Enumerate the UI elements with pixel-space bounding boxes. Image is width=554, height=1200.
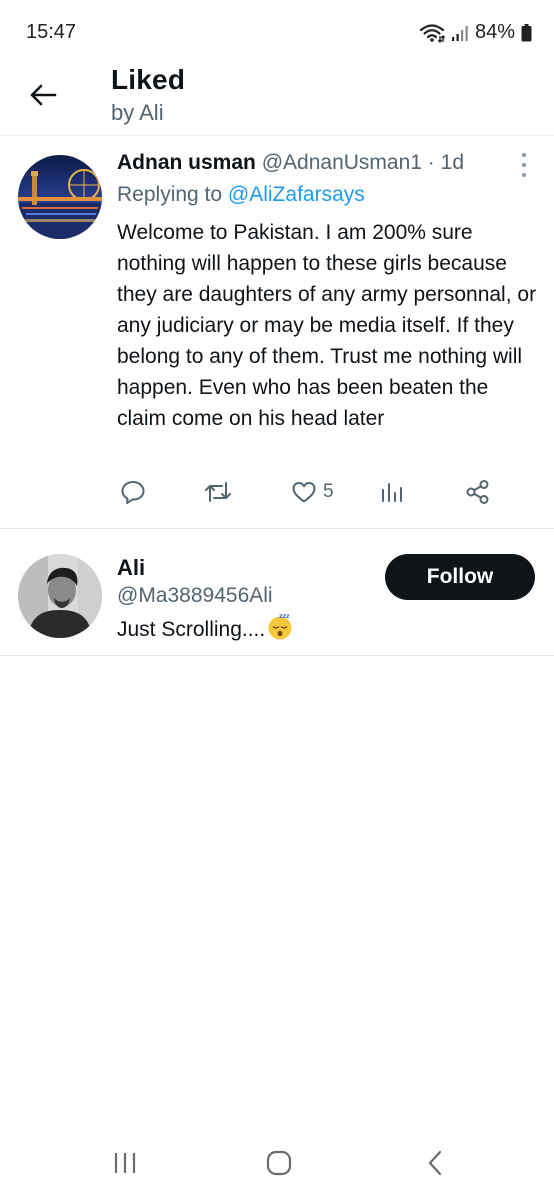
arrow-left-icon bbox=[30, 84, 57, 106]
signal-icon bbox=[451, 24, 469, 42]
battery-icon bbox=[521, 23, 532, 42]
separator-dot: · bbox=[427, 151, 435, 174]
tweet-time[interactable]: 1d bbox=[441, 151, 464, 174]
status-bar: 15:47 84% bbox=[0, 0, 554, 62]
user-bio-text: Just Scrolling.... bbox=[117, 618, 266, 641]
home-icon bbox=[266, 1150, 292, 1176]
back-icon bbox=[428, 1150, 442, 1176]
battery-percent: 84% bbox=[474, 21, 515, 43]
tweet[interactable]: Adnan usman @AdnanUsman1 · 1d Replying t… bbox=[0, 137, 554, 529]
replying-to: Replying to @AliZafarsays bbox=[117, 183, 365, 207]
like-icon bbox=[292, 482, 316, 503]
sleeping-face-emoji-icon: zzz bbox=[267, 613, 293, 647]
avatar[interactable] bbox=[18, 155, 102, 239]
home-button[interactable] bbox=[264, 1148, 294, 1178]
share-button[interactable] bbox=[465, 477, 491, 507]
svg-text:zzz: zzz bbox=[279, 613, 290, 620]
tweet-text: Welcome to Pakistan. I am 200% sure noth… bbox=[117, 221, 537, 430]
recent-apps-button[interactable] bbox=[110, 1148, 140, 1178]
author-name[interactable]: Adnan usman bbox=[117, 151, 256, 174]
system-nav-bar bbox=[0, 1130, 554, 1200]
reply-button[interactable] bbox=[120, 477, 146, 507]
retweet-button[interactable] bbox=[203, 477, 233, 507]
more-options-button[interactable] bbox=[520, 153, 528, 177]
retweet-icon bbox=[205, 482, 231, 502]
avatar[interactable] bbox=[18, 554, 102, 638]
user-handle[interactable]: @Ma3889456Ali bbox=[117, 584, 273, 608]
user-name[interactable]: Ali bbox=[117, 555, 145, 581]
nav-back-button[interactable] bbox=[420, 1148, 450, 1178]
wifi-icon bbox=[419, 23, 445, 43]
status-icons: 84% bbox=[419, 21, 532, 44]
recent-apps-icon bbox=[114, 1153, 136, 1173]
tweet-header: Adnan usman @AdnanUsman1 · 1d bbox=[117, 151, 464, 175]
replying-prefix: Replying to bbox=[117, 183, 223, 206]
tweet-actions: 5 bbox=[117, 477, 502, 507]
reply-mention-link[interactable]: @AliZafarsays bbox=[228, 183, 365, 206]
user-card[interactable]: Ali @Ma3889456Ali Just Scrolling.... zzz… bbox=[0, 530, 554, 656]
like-count: 5 bbox=[323, 481, 334, 502]
reply-icon bbox=[121, 481, 145, 504]
share-icon bbox=[466, 480, 489, 504]
views-button[interactable] bbox=[380, 477, 404, 507]
page-header: Liked by Ali bbox=[0, 62, 554, 136]
back-button[interactable] bbox=[26, 78, 60, 112]
more-vert-icon bbox=[522, 153, 526, 157]
user-bio: Just Scrolling.... zzz bbox=[117, 613, 293, 647]
author-handle[interactable]: @AdnanUsman1 bbox=[262, 151, 422, 174]
follow-button[interactable]: Follow bbox=[385, 554, 535, 600]
views-icon bbox=[382, 483, 402, 502]
like-button[interactable]: 5 bbox=[291, 477, 334, 507]
page-subtitle: by Ali bbox=[111, 100, 164, 125]
page-title: Liked bbox=[111, 64, 186, 95]
status-time: 15:47 bbox=[26, 21, 77, 43]
